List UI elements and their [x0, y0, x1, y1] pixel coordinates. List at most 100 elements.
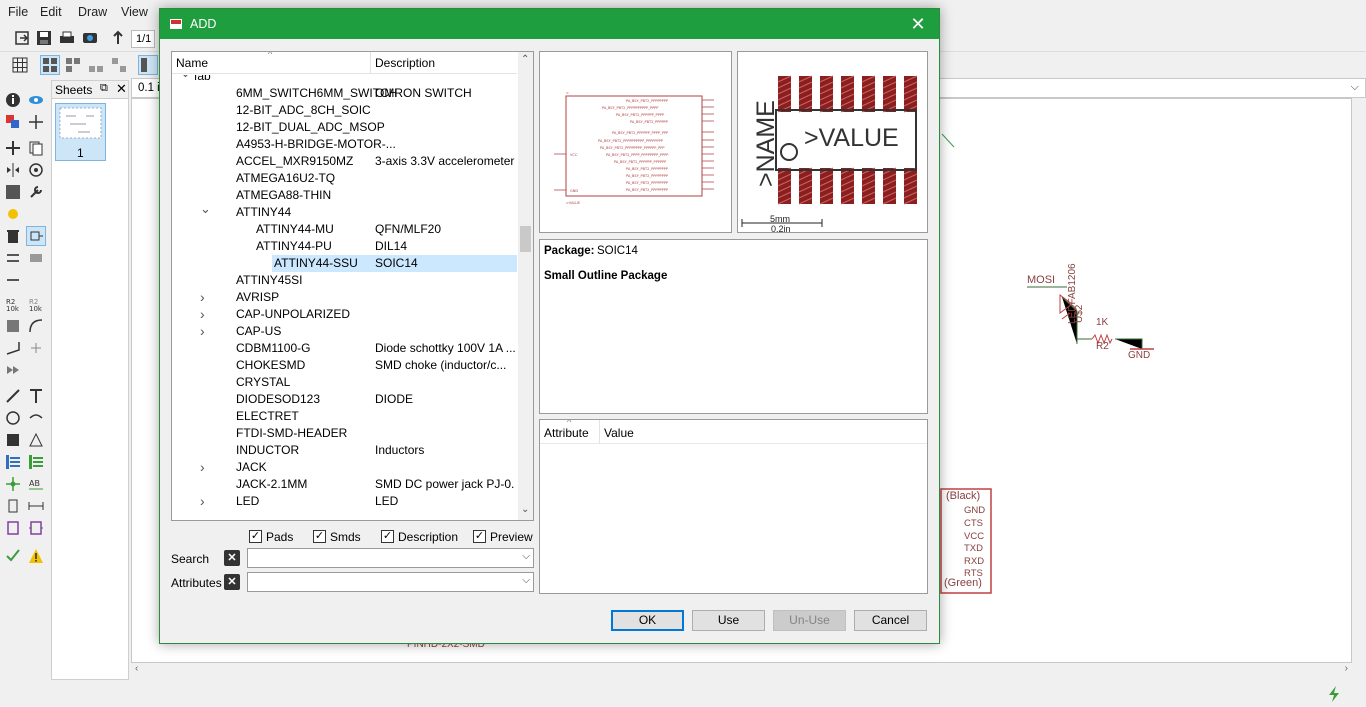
eye-icon[interactable]: [26, 90, 46, 110]
invoke-icon[interactable]: [3, 360, 23, 380]
sheet-counter[interactable]: 1/1: [131, 30, 155, 48]
tree-row[interactable]: ACCEL_MXR9150MZ 3-axis 3.3V accelerometer: [172, 153, 517, 170]
preview-checkbox[interactable]: ✓: [473, 530, 486, 543]
smds-checkbox[interactable]: ✓: [313, 530, 326, 543]
column-description-header[interactable]: Description: [375, 56, 435, 70]
circle-icon[interactable]: [3, 408, 23, 428]
library-tree[interactable]: Name ^ Description ⌄fab6MM_SWITCH6MM_SWI…: [171, 51, 534, 521]
tree-row[interactable]: 12-BIT_ADC_8CH_SOIC: [172, 102, 517, 119]
tree-row[interactable]: 12-BIT_DUAL_ADC_MSOP: [172, 119, 517, 136]
collapse-chevron-icon[interactable]: ›: [200, 459, 205, 476]
layout-icon-5[interactable]: [138, 55, 158, 75]
dimension-icon[interactable]: [26, 496, 46, 516]
erc-icon[interactable]: [3, 546, 23, 566]
tree-row[interactable]: › AVRISP: [172, 289, 517, 306]
bus-icon[interactable]: [3, 452, 23, 472]
tree-library-node[interactable]: ⌄fab: [172, 75, 517, 85]
polygon-icon[interactable]: [26, 430, 46, 450]
tree-row[interactable]: ATMEGA88-THIN: [172, 187, 517, 204]
layout-icon-2[interactable]: [63, 55, 83, 75]
attributes-input[interactable]: ⌵: [247, 572, 534, 592]
attribute-table[interactable]: ^ Attribute Value: [539, 419, 928, 594]
warning-icon[interactable]: [26, 546, 46, 566]
text-icon[interactable]: [26, 386, 46, 406]
tree-scrollbar[interactable]: ⌃ ⌄: [518, 52, 533, 520]
grid-icon[interactable]: [10, 55, 30, 75]
tree-row[interactable]: CDBM1100-G Diode schottky 100V 1A ...: [172, 340, 517, 357]
column-name-header[interactable]: Name: [176, 56, 208, 70]
tree-row[interactable]: JACK-2.1MM SMD DC power jack PJ-0...: [172, 476, 517, 493]
canvas-vertical-scrollbar[interactable]: [1352, 98, 1366, 663]
description-checkbox[interactable]: ✓: [381, 530, 394, 543]
miter-icon[interactable]: [26, 316, 46, 336]
column-attribute-header[interactable]: Attribute: [544, 426, 589, 440]
split-icon[interactable]: [3, 338, 23, 358]
menu-draw[interactable]: Draw: [78, 5, 107, 19]
search-clear-icon[interactable]: ✕: [224, 550, 240, 566]
group-icon[interactable]: [3, 182, 23, 202]
search-input[interactable]: ⌵: [247, 548, 534, 568]
tree-row[interactable]: ATMEGA16U2-TQ: [172, 170, 517, 187]
ok-button[interactable]: OK: [611, 610, 684, 631]
tree-row[interactable]: ELECTRET: [172, 408, 517, 425]
delete-icon[interactable]: [3, 226, 23, 246]
tree-row[interactable]: DIODESOD123 DIODE: [172, 391, 517, 408]
junction-icon[interactable]: [3, 474, 23, 494]
use-button[interactable]: Use: [692, 610, 765, 631]
expand-chevron-icon[interactable]: ⌄: [200, 200, 211, 217]
smash-icon[interactable]: [3, 316, 23, 336]
mirror-icon[interactable]: [3, 160, 23, 180]
attribute-icon[interactable]: [3, 496, 23, 516]
tree-row[interactable]: A4953-H-BRIDGE-MOTOR-...: [172, 136, 517, 153]
menu-file[interactable]: File: [8, 5, 28, 19]
chevron-down-icon[interactable]: ⌵: [522, 551, 530, 562]
collapse-chevron-icon[interactable]: ›: [200, 493, 205, 510]
gateswap-icon[interactable]: [3, 270, 23, 290]
collapse-chevron-icon[interactable]: ›: [200, 306, 205, 323]
pads-checkbox[interactable]: ✓: [249, 530, 262, 543]
layout-icon-1[interactable]: [40, 55, 60, 75]
value-icon[interactable]: R2 10k: [26, 294, 46, 314]
open-icon[interactable]: [12, 28, 32, 48]
optimize-icon[interactable]: [26, 338, 46, 358]
chevron-down-icon[interactable]: ⌵: [522, 575, 530, 586]
tree-row[interactable]: › CAP-UNPOLARIZED: [172, 306, 517, 323]
canvas-horizontal-scrollbar[interactable]: ‹ ›: [131, 663, 1352, 678]
expand-chevron-icon[interactable]: ⌄: [180, 75, 191, 81]
tree-row[interactable]: › LED LED: [172, 493, 517, 510]
close-icon[interactable]: ✕: [116, 81, 127, 97]
sheet-thumbnail[interactable]: 1: [55, 103, 106, 161]
copy-icon[interactable]: [26, 138, 46, 158]
tree-row[interactable]: CHOKESMD SMD choke (inductor/c...: [172, 357, 517, 374]
info-icon[interactable]: [3, 90, 23, 110]
float-icon[interactable]: ⧉: [100, 82, 108, 95]
collapse-chevron-icon[interactable]: ›: [200, 289, 205, 306]
label-icon[interactable]: AB: [26, 474, 46, 494]
rect-icon[interactable]: [3, 430, 23, 450]
menu-view[interactable]: View: [121, 5, 148, 19]
chevron-down-icon[interactable]: ⌵: [1351, 81, 1359, 94]
module-icon[interactable]: [26, 518, 46, 538]
net-icon[interactable]: [26, 452, 46, 472]
arc-icon[interactable]: [26, 408, 46, 428]
wire-icon[interactable]: [3, 386, 23, 406]
move-icon[interactable]: [3, 138, 23, 158]
tree-row[interactable]: ATTINY44-PU DIL14: [172, 238, 517, 255]
tree-row[interactable]: 6MM_SWITCH6MM_SWITCH OMRON SWITCH: [172, 85, 517, 102]
cam-icon[interactable]: [80, 28, 100, 48]
dialog-titlebar[interactable]: ADD ✕: [160, 9, 939, 39]
tree-row[interactable]: INDUCTOR Inductors: [172, 442, 517, 459]
tree-row[interactable]: ⌄ ATTINY44: [172, 201, 517, 221]
tree-row[interactable]: ATTINY44-SSU SOIC14: [272, 255, 517, 272]
mark-icon[interactable]: [26, 112, 46, 132]
unuse-button[interactable]: Un-Use: [773, 610, 846, 631]
cancel-button[interactable]: Cancel: [854, 610, 927, 631]
add-icon[interactable]: [26, 226, 46, 246]
tree-row[interactable]: ATTINY44-MU QFN/MLF20: [172, 221, 517, 238]
rotate-icon[interactable]: [26, 160, 46, 180]
layers-icon[interactable]: [3, 112, 23, 132]
name-icon[interactable]: R2 10k: [3, 294, 23, 314]
column-value-header[interactable]: Value: [604, 426, 634, 440]
save-icon[interactable]: [34, 28, 54, 48]
pinswap-icon[interactable]: [3, 248, 23, 268]
